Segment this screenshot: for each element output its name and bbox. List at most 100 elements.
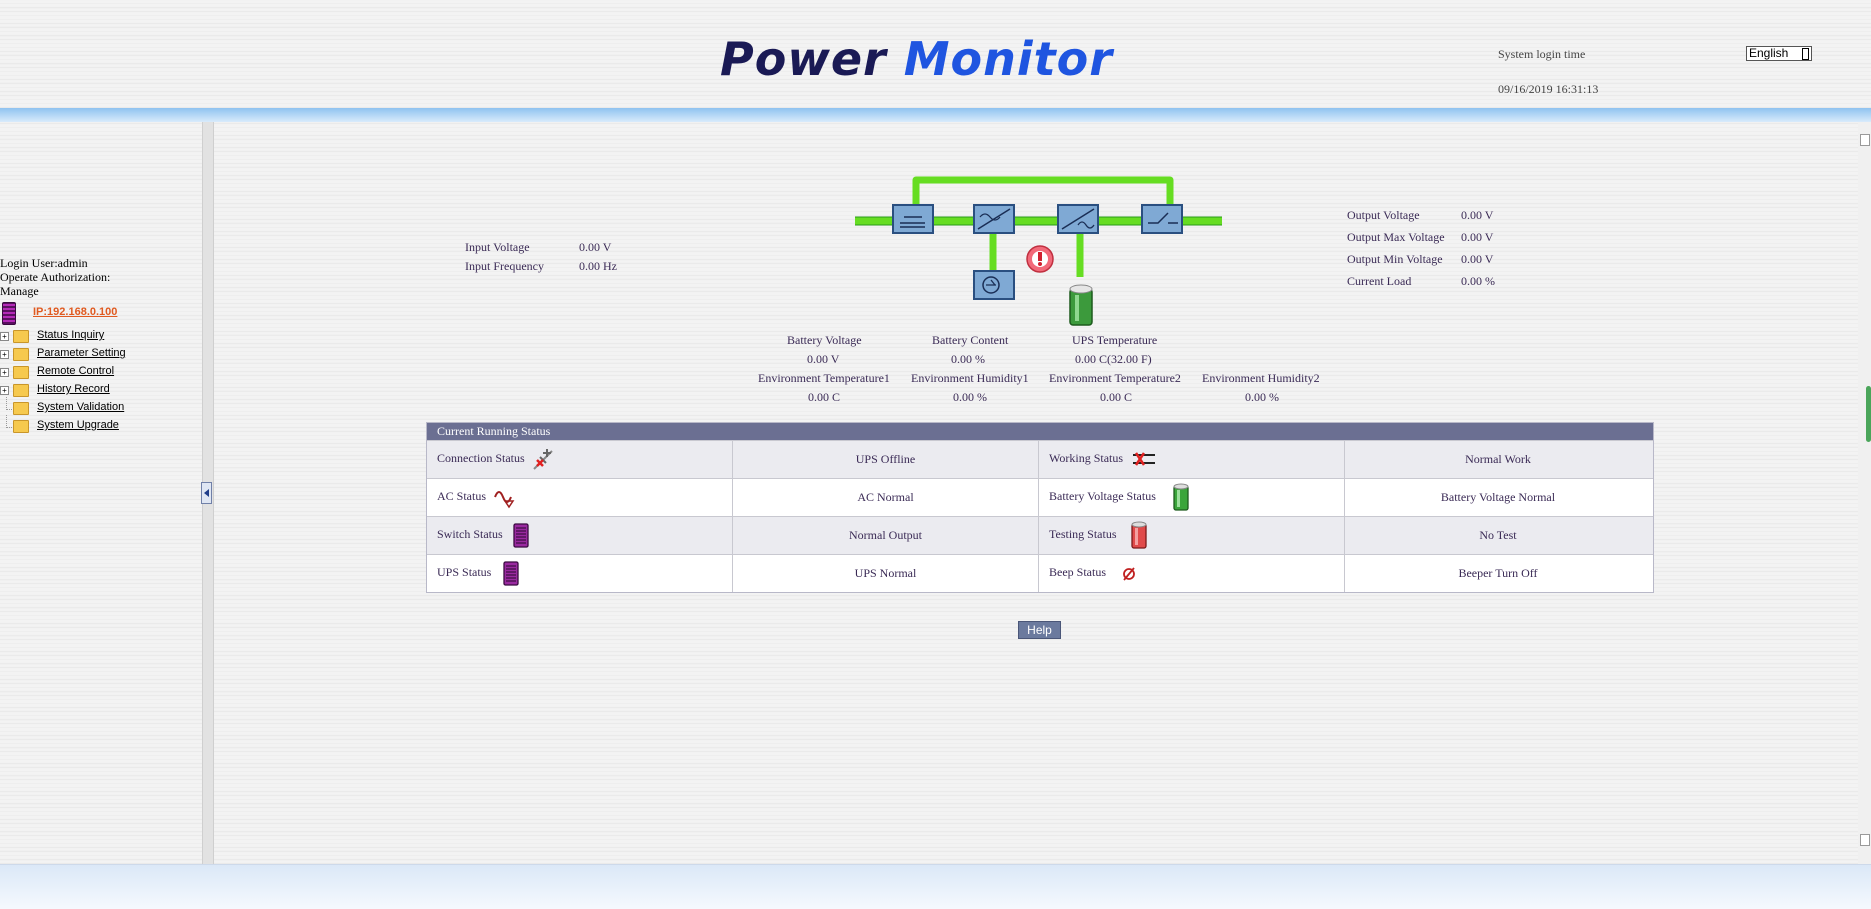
footer-bar — [0, 864, 1871, 909]
table-row: UPS Status UPS Normal Beep Status Beeper… — [427, 554, 1653, 592]
beeper-off-icon — [1123, 567, 1135, 581]
environment-humidity2-value: 0.00 % — [1245, 390, 1279, 404]
expand-icon[interactable]: + — [0, 386, 9, 395]
scroll-up-arrow-icon[interactable] — [1860, 134, 1870, 146]
expand-icon[interactable]: + — [0, 350, 9, 359]
red-battery-icon — [1131, 521, 1147, 549]
status-label-cell: Battery Voltage Status — [1039, 479, 1345, 516]
header: Power Monitor System login time 09/16/20… — [0, 0, 1871, 108]
static-switch-icon — [1141, 204, 1183, 234]
green-battery-icon — [1173, 483, 1189, 511]
ups-temperature-value: 0.00 C(32.00 F) — [1075, 352, 1152, 366]
current-load-value: 0.00 % — [1461, 274, 1495, 288]
battery-content-value: 0.00 % — [951, 352, 985, 366]
working-status-label: Working Status — [1049, 451, 1124, 465]
battery-voltage-status-label: Battery Voltage Status — [1049, 489, 1156, 503]
nav-item-label[interactable]: System Upgrade — [37, 419, 119, 431]
login-time-label: System login time — [1498, 47, 1586, 61]
table-row: Switch Status Normal Output Testing Stat… — [427, 516, 1653, 554]
header-divider-bar — [0, 108, 1871, 122]
status-label-cell: UPS Status — [427, 555, 733, 592]
status-label-cell: Beep Status — [1039, 555, 1345, 592]
app-logo: Power Monitor — [720, 32, 1113, 86]
status-label-cell: Working Status — [1039, 441, 1345, 478]
table-row: AC Status AC Normal Battery Voltage Stat… — [427, 478, 1653, 516]
ups-device-icon — [2, 302, 16, 325]
working-status-icon — [1133, 452, 1155, 466]
folder-icon — [13, 402, 29, 415]
status-label-cell: Testing Status — [1039, 517, 1345, 554]
nav-item-remote-control[interactable]: + Remote Control — [0, 364, 200, 382]
alarm-icon — [1026, 245, 1054, 273]
beep-status-label: Beep Status — [1049, 565, 1106, 579]
scroll-down-arrow-icon[interactable] — [1860, 834, 1870, 846]
nav-item-label[interactable]: History Record — [37, 383, 110, 395]
battery-voltage-status-value: Battery Voltage Normal — [1440, 490, 1556, 504]
nav-item-label[interactable]: Remote Control — [37, 365, 114, 377]
environment-temperature1-value: 0.00 C — [808, 390, 841, 404]
nav-item-status-inquiry[interactable]: + Status Inquiry — [0, 328, 200, 346]
ups-status-value: UPS Normal — [733, 555, 1039, 592]
login-time-value: 09/16/2019 16:31:13 — [1498, 82, 1599, 96]
vertical-scrollbar[interactable] — [1858, 122, 1871, 864]
logo-word-power: Power — [720, 32, 887, 86]
expand-icon[interactable]: + — [0, 332, 9, 341]
nav-item-parameter-setting[interactable]: + Parameter Setting — [0, 346, 200, 364]
switch-status-value: Normal Output — [733, 517, 1039, 554]
input-voltage-value: 0.00 V — [579, 240, 612, 254]
nav-item-label[interactable]: Parameter Setting — [37, 347, 126, 359]
folder-icon — [13, 366, 29, 379]
battery-icon — [1069, 284, 1093, 326]
beep-status-value: Beeper Turn Off — [1458, 566, 1538, 580]
inverter-icon — [973, 204, 1015, 234]
output-min-voltage-value: 0.00 V — [1461, 252, 1494, 266]
operate-authorization-label: Operate Authorization: — [0, 270, 111, 284]
ac-wave-icon — [494, 491, 515, 509]
collapse-sidebar-button[interactable] — [201, 482, 212, 504]
folder-icon — [13, 348, 29, 361]
environment-humidity1-label: Environment Humidity1 — [911, 371, 1029, 385]
ups-unit-icon — [513, 523, 529, 548]
operate-authorization-value: Manage — [0, 284, 39, 298]
battery-voltage-label: Battery Voltage — [787, 333, 862, 347]
environment-temperature2-label: Environment Temperature2 — [1049, 371, 1181, 385]
current-load-label: Current Load — [1347, 274, 1412, 288]
user-info: Login User:admin Operate Authorization: … — [0, 256, 130, 298]
running-status-title: Current Running Status — [427, 423, 1653, 440]
nav-item-label[interactable]: System Validation — [37, 401, 124, 413]
ups-status-label: UPS Status — [437, 565, 492, 579]
ac-status-value: AC Normal — [733, 479, 1039, 516]
switch-status-label: Switch Status — [437, 527, 503, 541]
running-status-table: Current Running Status Connection Status… — [426, 422, 1654, 593]
environment-temperature1-label: Environment Temperature1 — [758, 371, 890, 385]
output-voltage-value: 0.00 V — [1461, 208, 1494, 222]
connection-status-label: Connection Status — [437, 451, 525, 465]
scrollbar-thumb[interactable] — [1866, 386, 1871, 442]
folder-icon — [13, 420, 29, 433]
nav-item-history-record[interactable]: + History Record — [0, 382, 200, 400]
ups-temperature-label: UPS Temperature — [1072, 333, 1158, 347]
folder-icon — [13, 384, 29, 397]
working-status-value: Normal Work — [1465, 452, 1531, 466]
input-voltage-label: Input Voltage — [465, 240, 530, 254]
language-select[interactable]: English — [1746, 46, 1812, 61]
output-max-voltage-value: 0.00 V — [1461, 230, 1494, 244]
device-ip-link[interactable]: IP:192.168.0.100 — [33, 306, 117, 318]
battery-content-label: Battery Content — [932, 333, 1009, 347]
sidebar: Login User:admin Operate Authorization: … — [0, 122, 202, 864]
logo-word-monitor: Monitor — [903, 32, 1113, 86]
nav-item-system-validation[interactable]: System Validation — [0, 397, 200, 418]
dropdown-arrow-icon[interactable] — [1802, 48, 1809, 60]
output-voltage-label: Output Voltage — [1347, 208, 1420, 222]
nav-item-system-upgrade[interactable]: System Upgrade — [0, 415, 200, 436]
input-frequency-value: 0.00 Hz — [579, 259, 617, 273]
disconnected-plug-icon — [533, 449, 553, 470]
environment-humidity2-label: Environment Humidity2 — [1202, 371, 1320, 385]
battery-voltage-value: 0.00 V — [807, 352, 840, 366]
help-button[interactable]: Help — [1018, 621, 1061, 639]
status-label-cell: Connection Status — [427, 441, 733, 478]
nav-item-label[interactable]: Status Inquiry — [37, 329, 104, 341]
ups-flow-diagram — [855, 176, 1222, 326]
rectifier-icon — [892, 204, 934, 234]
expand-icon[interactable]: + — [0, 368, 9, 377]
